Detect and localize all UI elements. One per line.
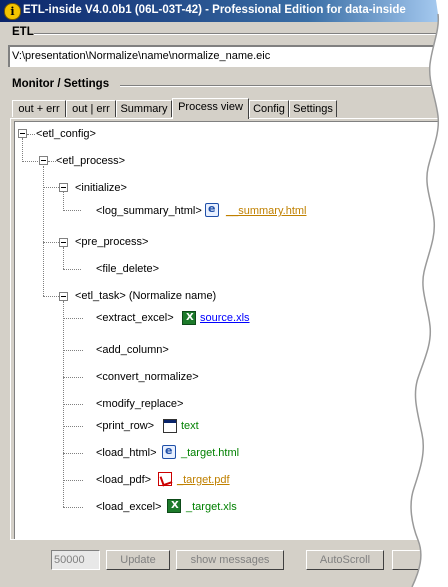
tree-line — [63, 192, 64, 211]
tree-line — [63, 404, 83, 405]
node-etl-task[interactable]: <etl_task> (Normalize name) — [75, 290, 216, 303]
autoscroll-button[interactable]: AutoScroll — [306, 550, 384, 570]
tab-process-view[interactable]: Process view — [172, 98, 249, 119]
tree-line — [63, 210, 81, 211]
tree-line — [43, 166, 44, 296]
pdf-file-icon — [158, 472, 172, 486]
tree-line — [63, 318, 83, 319]
link-summary-html[interactable]: __summary.html — [226, 205, 306, 218]
node-file-delete[interactable]: <file_delete> — [96, 263, 159, 276]
tree-line — [63, 480, 83, 481]
row-limit-field[interactable]: 50000 — [51, 550, 100, 570]
link-text-output[interactable]: text — [181, 420, 199, 433]
console-window-icon — [163, 419, 177, 433]
tab-settings[interactable]: Settings — [289, 100, 337, 117]
node-modify-replace[interactable]: <modify_replace> — [96, 398, 183, 411]
tab-summary[interactable]: Summary — [116, 100, 172, 117]
tree-line — [63, 426, 83, 427]
etl-group-divider — [34, 33, 440, 35]
tree-line — [43, 242, 59, 243]
tree-line — [63, 453, 83, 454]
window-title: ETL-inside V4.0.0b1 (06L-03T-42) - Profe… — [23, 4, 406, 16]
node-load-pdf[interactable]: <load_pdf> — [96, 474, 151, 487]
collapse-etl-config-icon[interactable] — [18, 129, 27, 138]
tab-out-plus-err[interactable]: out + err — [12, 100, 66, 117]
collapse-initialize-icon[interactable] — [59, 183, 68, 192]
node-pre-process[interactable]: <pre_process> — [75, 236, 148, 249]
node-extract-excel[interactable]: <extract_excel> — [96, 312, 174, 325]
etl-group-label: ETL — [12, 26, 34, 38]
html-file-icon — [162, 444, 176, 459]
title-bar[interactable]: i ETL-inside V4.0.0b1 (06L-03T-42) - Pro… — [0, 0, 440, 22]
tree-line — [27, 134, 35, 135]
link-source-xls[interactable]: source.xls — [200, 312, 250, 325]
monitor-group-label: Monitor / Settings — [12, 78, 110, 90]
extra-button[interactable] — [392, 550, 432, 570]
app-window: i ETL-inside V4.0.0b1 (06L-03T-42) - Pro… — [0, 0, 440, 587]
tree-line — [63, 377, 83, 378]
link-target-html[interactable]: _target.html — [181, 447, 239, 460]
tree-line — [63, 350, 83, 351]
tab-out-pipe-err[interactable]: out | err — [66, 100, 116, 117]
tree-line — [63, 247, 64, 269]
collapse-etl-task-icon[interactable] — [59, 292, 68, 301]
node-load-excel[interactable]: <load_excel> — [96, 501, 161, 514]
excel-file-icon — [182, 311, 196, 325]
link-target-pdf[interactable]: _target.pdf — [177, 474, 230, 487]
node-log-summary-html[interactable]: <log_summary_html> — [96, 205, 202, 218]
node-etl-config[interactable]: <etl_config> — [36, 128, 96, 141]
tree-line — [43, 296, 59, 297]
tree-line — [63, 507, 83, 508]
collapse-pre-process-icon[interactable] — [59, 238, 68, 247]
update-button[interactable]: Update — [106, 550, 170, 570]
tab-config[interactable]: Config — [249, 100, 289, 117]
node-convert-normalize[interactable]: <convert_normalize> — [96, 371, 199, 384]
node-etl-process[interactable]: <etl_process> — [56, 155, 125, 168]
config-path-field[interactable]: V:\presentation\Normalize\name\normalize… — [8, 45, 440, 67]
node-initialize[interactable]: <initialize> — [75, 182, 127, 195]
link-target-xls[interactable]: _target.xls — [186, 501, 237, 514]
collapse-etl-process-icon[interactable] — [39, 156, 48, 165]
tree-line — [22, 138, 23, 162]
show-messages-button[interactable]: show messages — [176, 550, 284, 570]
tree-line — [48, 161, 56, 162]
tree-line — [63, 269, 81, 270]
tree-line — [43, 187, 59, 188]
app-info-icon[interactable]: i — [4, 3, 21, 20]
node-print-row[interactable]: <print_row> — [96, 420, 154, 433]
monitor-group-divider — [120, 85, 440, 87]
excel-file-icon — [167, 499, 181, 513]
tree-line — [22, 161, 40, 162]
node-add-column[interactable]: <add_column> — [96, 344, 169, 357]
node-load-html[interactable]: <load_html> — [96, 447, 157, 460]
html-file-icon — [205, 202, 219, 217]
